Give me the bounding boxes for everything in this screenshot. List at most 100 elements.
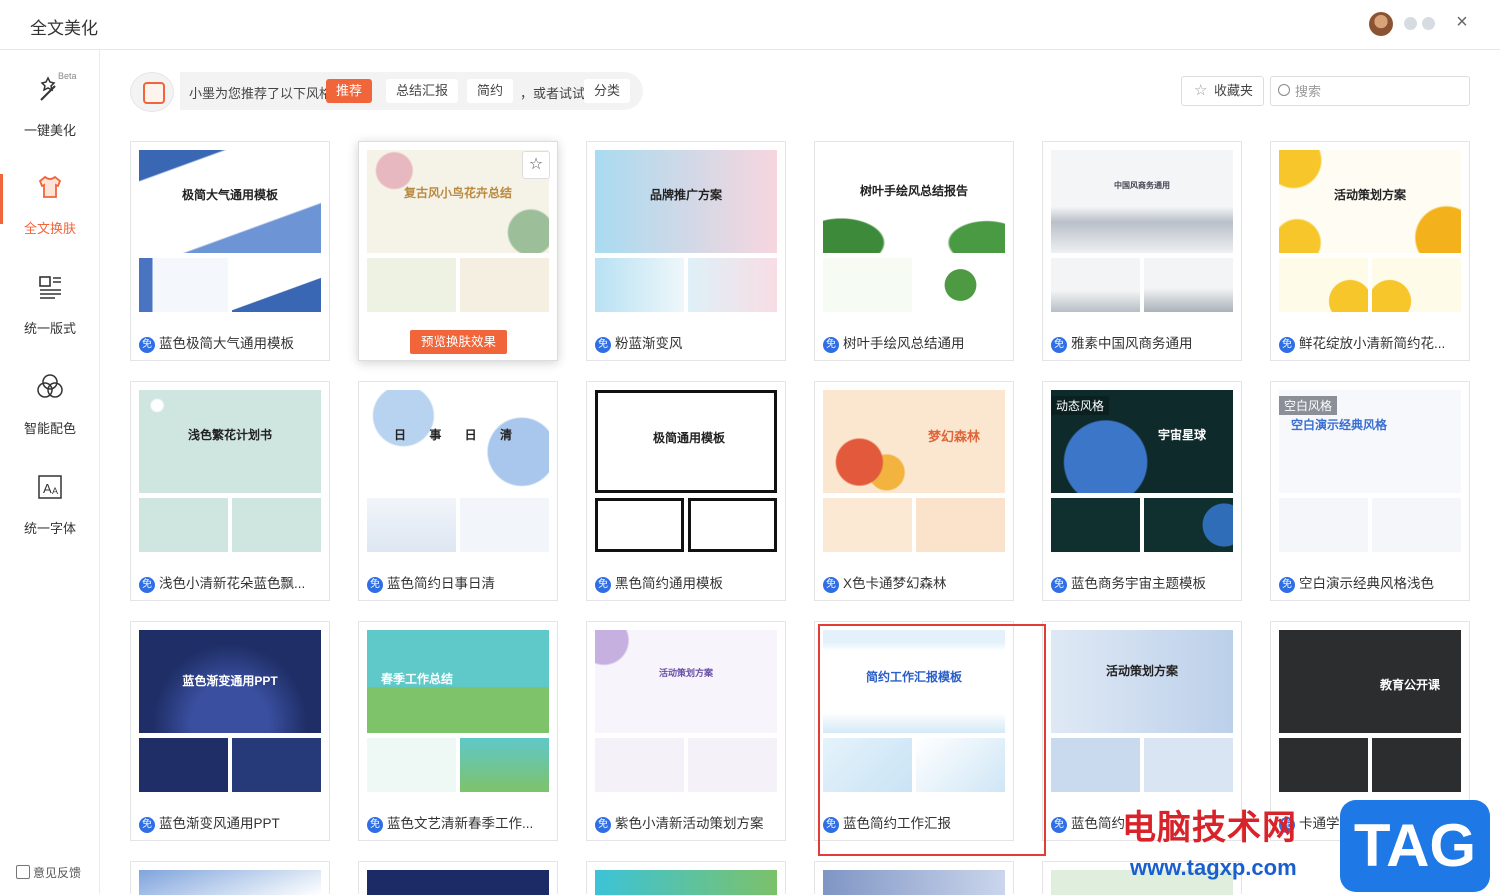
sidebar-item-label: 统一版式 bbox=[23, 321, 76, 336]
sidebar-item-one-click-beautify[interactable]: Beta 一键美化 bbox=[0, 66, 100, 146]
chip-recommended[interactable]: 推荐 bbox=[326, 79, 373, 103]
sidebar-item-unify-font[interactable]: A A 统一字体 bbox=[0, 464, 100, 544]
layout-icon bbox=[39, 276, 61, 299]
template-card[interactable]: 浅色繁花计划书 免浅色小清新花朵蓝色飘... bbox=[130, 381, 330, 601]
svg-text:A: A bbox=[43, 481, 52, 496]
template-card[interactable]: 树叶手绘风总结报告 免树叶手绘风总结通用 bbox=[814, 141, 1014, 361]
template-card[interactable] bbox=[586, 861, 786, 895]
template-card[interactable]: 蓝色渐变通用PPT 免蓝色渐变风通用PPT bbox=[130, 621, 330, 841]
chip-summary-report[interactable]: 总结汇报 bbox=[386, 79, 459, 103]
member-icon[interactable] bbox=[1404, 17, 1417, 30]
template-thumbnail: 宇宙星球 动态风格 bbox=[1051, 390, 1233, 552]
svg-text:A: A bbox=[52, 486, 58, 496]
template-card[interactable]: 空白演示经典风格 空白风格 免空白演示经典风格浅色 bbox=[1270, 381, 1470, 601]
template-thumbnail: 极简大气通用模板 bbox=[139, 150, 321, 312]
title-bar: 全文美化 × bbox=[0, 0, 1500, 50]
sidebar-item-change-skin[interactable]: 全文换肤 bbox=[0, 164, 100, 244]
template-card[interactable]: 品牌推广方案 免粉蓝渐变风 bbox=[586, 141, 786, 361]
slide-title: 复古风小鸟花卉总结 bbox=[403, 186, 512, 200]
template-name: 免粉蓝渐变风 bbox=[595, 332, 781, 353]
template-card[interactable] bbox=[358, 861, 558, 895]
template-card[interactable]: 中国风商务通用 免雅素中国风商务通用 bbox=[1042, 141, 1242, 361]
template-card[interactable]: 日 事 日 清 免蓝色简约日事日清 bbox=[358, 381, 558, 601]
template-name: 免蓝色商务宇宙主题模板 bbox=[1051, 572, 1237, 593]
template-thumbnail: 树叶手绘风总结报告 bbox=[823, 150, 1005, 312]
template-card[interactable] bbox=[814, 861, 1014, 895]
slide-title: 品牌推广方案 bbox=[649, 188, 722, 202]
template-name: 免黑色简约通用模板 bbox=[595, 572, 781, 593]
template-card[interactable]: 活动策划方案 免紫色小清新活动策划方案 bbox=[586, 621, 786, 841]
template-card[interactable]: 极简通用模板 免黑色简约通用模板 bbox=[586, 381, 786, 601]
template-card[interactable] bbox=[130, 861, 330, 895]
sidebar-item-smart-color[interactable]: 智能配色 bbox=[0, 364, 100, 444]
slide-title: 活动策划方案 bbox=[1333, 188, 1406, 202]
slide-title: 中国风商务通用 bbox=[1114, 181, 1170, 190]
template-thumbnail: 活动策划方案 bbox=[595, 630, 777, 792]
template-card[interactable]: 梦幻森林 免 X色卡通梦幻森林 bbox=[814, 381, 1014, 601]
assistant-icon bbox=[130, 72, 174, 112]
template-thumbnail: 品牌推广方案 bbox=[595, 150, 777, 312]
template-name: 免蓝色极简大气通用模板 bbox=[139, 332, 325, 353]
template-name: 免 X色卡通梦幻森林 bbox=[823, 572, 1009, 593]
slide-title: 浅色繁花计划书 bbox=[187, 428, 272, 442]
sidebar-item-unify-layout[interactable]: 统一版式 bbox=[0, 264, 100, 344]
template-name: 免树叶手绘风总结通用 bbox=[823, 332, 1009, 353]
favorite-star-button[interactable]: ☆ bbox=[522, 151, 550, 179]
category-button[interactable]: 分类 bbox=[584, 79, 631, 103]
slide-title: 活动策划方案 bbox=[1105, 664, 1178, 678]
watermark-url: www.tagxp.com bbox=[1130, 855, 1297, 880]
selection-highlight bbox=[818, 624, 1046, 856]
favorites-button[interactable]: ☆ 收藏夹 bbox=[1181, 76, 1264, 106]
suggest-text: 小墨为您推荐了以下风格 bbox=[189, 86, 333, 101]
template-thumbnail: 空白演示经典风格 空白风格 bbox=[1279, 390, 1461, 552]
chip-simple[interactable]: 简约 bbox=[467, 79, 514, 103]
preview-skin-button[interactable]: 预览换肤效果 bbox=[410, 330, 507, 354]
slide-title: 教育公开课 bbox=[1379, 678, 1440, 692]
user-avatar[interactable] bbox=[1369, 12, 1393, 36]
template-thumbnail: 日 事 日 清 bbox=[367, 390, 549, 552]
beta-badge: Beta bbox=[58, 71, 77, 81]
style-suggestion-bar: 小墨为您推荐了以下风格 推荐 总结汇报 简约 ，或者试试 分类 bbox=[180, 72, 643, 110]
template-thumbnail: 极简通用模板 bbox=[595, 390, 777, 552]
template-thumbnail: 梦幻森林 bbox=[823, 390, 1005, 552]
sidebar-item-label: 一键美化 bbox=[23, 123, 76, 138]
slide-title: 活动策划方案 bbox=[658, 668, 713, 678]
template-card[interactable]: 宇宙星球 动态风格 免蓝色商务宇宙主题模板 bbox=[1042, 381, 1242, 601]
watermark: 电脑技术网 www.tagxp.com TAG bbox=[1090, 800, 1500, 894]
font-icon: A A bbox=[38, 475, 62, 499]
style-tag: 动态风格 bbox=[1051, 396, 1110, 415]
close-icon[interactable]: × bbox=[1450, 10, 1474, 34]
sidebar-item-label: 全文换肤 bbox=[23, 221, 76, 236]
search-icon bbox=[1278, 84, 1290, 96]
slide-title: 树叶手绘风总结报告 bbox=[859, 184, 968, 198]
search-box[interactable] bbox=[1270, 76, 1470, 106]
window-title: 全文美化 bbox=[30, 19, 98, 38]
feedback-link[interactable]: 意见反馈 bbox=[16, 864, 81, 881]
template-thumbnail: 蓝色渐变通用PPT bbox=[139, 630, 321, 792]
or-try-text: ，或者试试 bbox=[520, 86, 586, 101]
slide-title: 极简大气通用模板 bbox=[181, 188, 278, 202]
template-card[interactable]: 活动策划方案 免鲜花绽放小清新简约花... bbox=[1270, 141, 1470, 361]
free-badge: 免 bbox=[139, 337, 155, 353]
slide-title: 日 事 日 清 bbox=[393, 428, 522, 442]
slide-title: 春季工作总结 bbox=[381, 672, 454, 686]
slide-title: 宇宙星球 bbox=[1157, 428, 1206, 442]
template-thumbnail: 春季工作总结 bbox=[367, 630, 549, 792]
template-thumbnail: 浅色繁花计划书 bbox=[139, 390, 321, 552]
template-card[interactable]: 春季工作总结 免蓝色文艺清新春季工作... bbox=[358, 621, 558, 841]
template-name: 免空白演示经典风格浅色 bbox=[1279, 572, 1465, 593]
template-name: 免紫色小清新活动策划方案 bbox=[595, 812, 781, 833]
template-card[interactable]: 复古风小鸟花卉总结 ☆ 预览换肤效果 bbox=[358, 141, 558, 361]
template-name: 免蓝色渐变风通用PPT bbox=[139, 812, 325, 833]
vip-icon[interactable] bbox=[1422, 17, 1435, 30]
template-thumbnail: 活动策划方案 bbox=[1051, 630, 1233, 792]
feedback-icon bbox=[16, 865, 30, 879]
template-card[interactable]: 极简大气通用模板 免蓝色极简大气通用模板 bbox=[130, 141, 330, 361]
watermark-logo: TAG bbox=[1340, 800, 1490, 892]
template-thumbnail: 活动策划方案 bbox=[1279, 150, 1461, 312]
template-name: 免蓝色简约日事日清 bbox=[367, 572, 553, 593]
template-thumbnail: 中国风商务通用 bbox=[1051, 150, 1233, 312]
search-input[interactable] bbox=[1295, 81, 1465, 101]
sidebar-item-label: 统一字体 bbox=[23, 521, 76, 536]
feedback-label: 意见反馈 bbox=[33, 866, 82, 880]
